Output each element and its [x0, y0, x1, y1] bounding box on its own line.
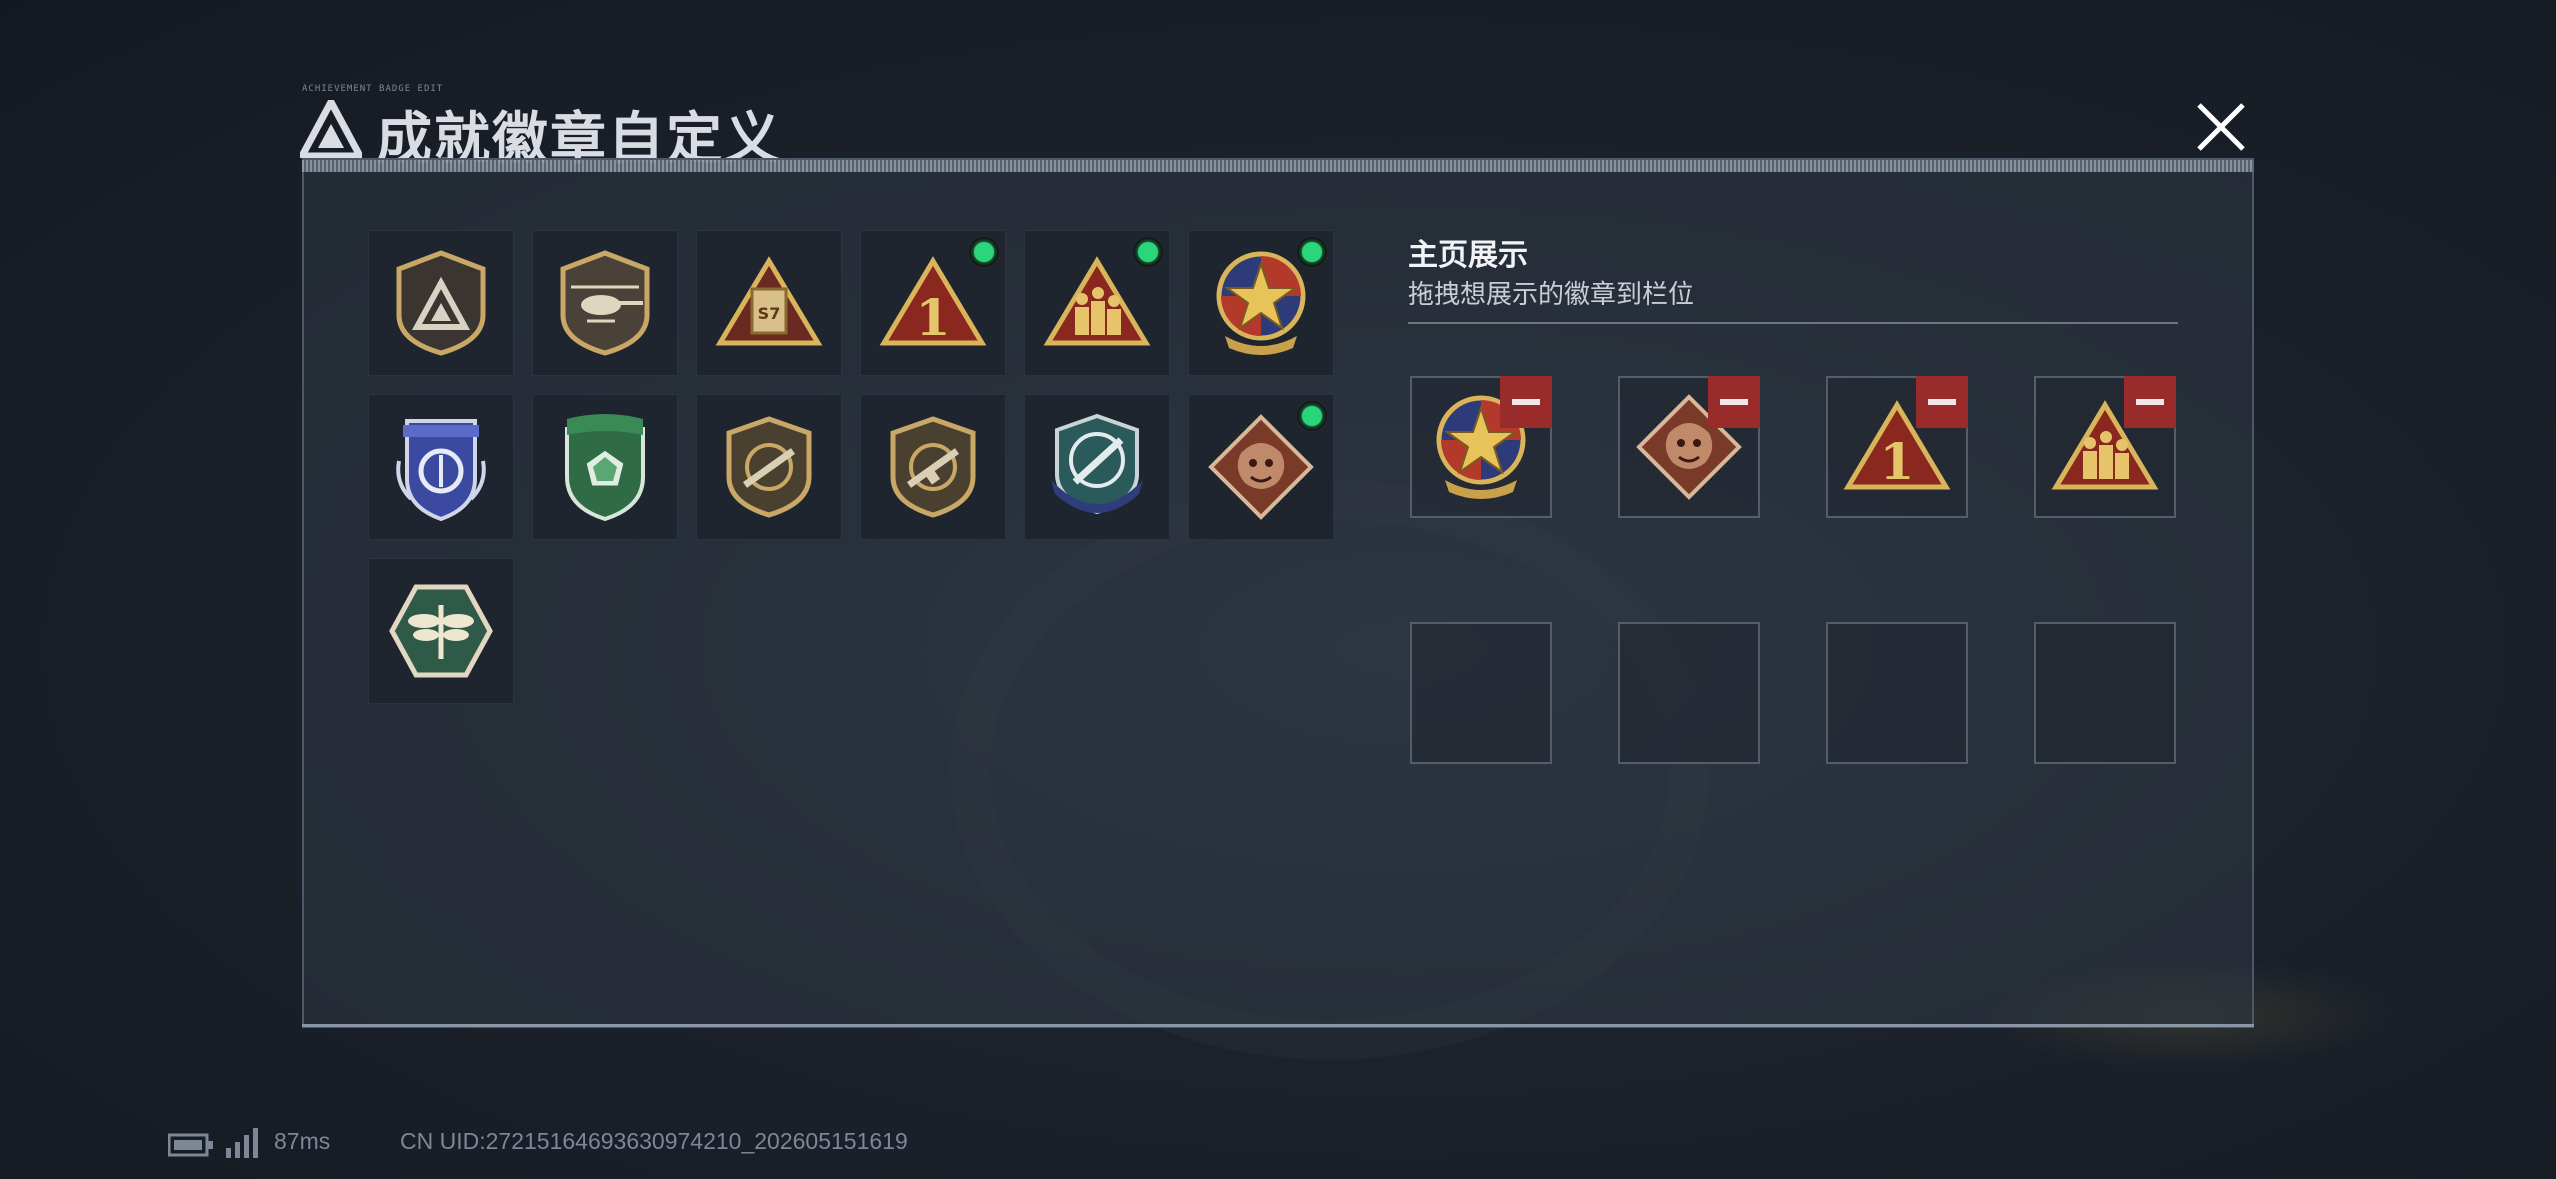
badge-item[interactable] [1024, 394, 1170, 540]
badge-item[interactable] [368, 394, 514, 540]
badge-item[interactable]: S7 [696, 230, 842, 376]
remove-badge-button[interactable] [1916, 376, 1968, 428]
uid-text: CN UID:27215164693630974210_202605151619 [400, 1128, 908, 1154]
crosshair-rocket-shield-icon [1051, 413, 1143, 515]
showcase-divider [1408, 322, 2178, 324]
svg-text:1: 1 [916, 288, 951, 347]
showcase-slot-empty[interactable] [1826, 622, 1968, 764]
badge-item[interactable] [368, 230, 514, 376]
star-round-emblem-icon [1216, 251, 1306, 355]
dialog-header: ACHIEVEMENT BADGE EDIT 成就徽章自定义 [300, 84, 2250, 170]
badge-item[interactable] [1188, 394, 1334, 540]
minus-icon [1928, 399, 1956, 405]
badge-item[interactable] [532, 230, 678, 376]
badge-item[interactable] [532, 394, 678, 540]
remove-badge-button[interactable] [2124, 376, 2176, 428]
equipped-indicator [969, 237, 999, 267]
title-small-text: ACHIEVEMENT BADGE EDIT [302, 84, 444, 94]
svg-text:1: 1 [1880, 432, 1915, 491]
blue-winged-shield-icon [396, 419, 486, 522]
showcase-slot[interactable]: 1 [1826, 376, 1968, 518]
badge-item[interactable] [1188, 230, 1334, 376]
showcase-slot[interactable] [1410, 376, 1552, 518]
badge-item[interactable]: 1 [860, 230, 1006, 376]
svg-text:S7: S7 [758, 304, 781, 323]
badge-item[interactable] [860, 394, 1006, 540]
minus-icon [2136, 399, 2164, 405]
remove-badge-button[interactable] [1500, 376, 1552, 428]
minus-icon [1512, 399, 1540, 405]
equipped-indicator [1297, 237, 1327, 267]
ping-text: 87ms [274, 1128, 331, 1154]
number-one-triangle-icon: 1 [879, 256, 987, 347]
badge-item[interactable] [696, 394, 842, 540]
remove-badge-button[interactable] [1708, 376, 1760, 428]
close-icon [2197, 103, 2245, 151]
battery-icon [168, 1133, 213, 1157]
equipped-indicator [1133, 237, 1163, 267]
panel-bottom-line [302, 1024, 2254, 1027]
close-button[interactable] [2190, 96, 2252, 158]
badge-item[interactable] [368, 558, 514, 704]
panel-top-stripe [302, 160, 2254, 172]
equipped-indicator [1297, 401, 1327, 431]
triangle-logo-shield-icon [396, 250, 486, 356]
showcase-subtitle: 拖拽想展示的徽章到栏位 [1408, 279, 1695, 309]
showcase-slot[interactable] [2034, 376, 2176, 518]
showcase-slot-empty[interactable] [2034, 622, 2176, 764]
delta-logo-icon [300, 100, 362, 158]
showcase-slot-empty[interactable] [1618, 622, 1760, 764]
signal-icon [226, 1128, 258, 1158]
soldiers-triangle-icon [1043, 256, 1151, 346]
showcase-title: 主页展示 [1408, 239, 1528, 272]
showcase-slot-empty[interactable] [1410, 622, 1552, 764]
rifle-shield-alt-icon [890, 416, 976, 518]
dragon-diamond-icon [1208, 414, 1314, 520]
helicopter-shield-icon [560, 250, 650, 356]
minus-icon [1720, 399, 1748, 405]
showcase-slot[interactable] [1618, 376, 1760, 518]
s7-card-triangle-icon: S7 [715, 256, 823, 346]
dragonfly-hexagon-icon [389, 584, 493, 678]
rifle-shield-icon [726, 416, 812, 518]
green-gem-shield-icon [565, 414, 645, 522]
badge-item[interactable] [1024, 230, 1170, 376]
